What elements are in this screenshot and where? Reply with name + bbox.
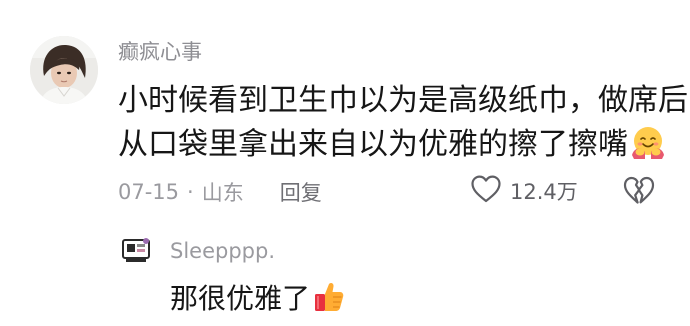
comment-username[interactable]: 癫疯心事 — [118, 40, 202, 64]
hugging-face-emoji — [630, 125, 666, 161]
reply-avatar-image — [118, 232, 154, 268]
comment-text: 小时候看到卫生巾以为是高级纸巾，做席后 从口袋里拿出来自以为优雅的擦了擦嘴 — [118, 79, 688, 167]
reply-text: 那很优雅了 — [170, 280, 346, 317]
reply-username[interactable]: Sleepppp. — [170, 239, 275, 263]
comment-text-line-content: 从口袋里拿出来自以为优雅的擦了擦嘴 — [118, 127, 628, 162]
comment-meta: 07-15 · 山东 回复 — [118, 178, 322, 206]
reply-button[interactable]: 回复 — [280, 177, 322, 207]
comment-location: 山东 — [201, 181, 244, 205]
reply-text-content: 那很优雅了 — [170, 282, 311, 315]
avatar[interactable] — [30, 36, 98, 104]
comment-date: 07-15 — [118, 180, 180, 204]
like-button[interactable]: 12.4万 — [470, 175, 578, 207]
heart-outline-icon — [470, 174, 502, 208]
comment-text-line: 小时候看到卫生巾以为是高级纸巾，做席后 — [118, 83, 688, 118]
broken-heart-icon — [623, 176, 655, 211]
like-count: 12.4万 — [510, 180, 578, 204]
thumbs-up-emoji — [312, 280, 346, 314]
reply-avatar[interactable] — [118, 232, 154, 268]
comment-text-line: 从口袋里拿出来自以为优雅的擦了擦嘴 — [118, 123, 664, 167]
user-avatar-image — [30, 36, 98, 104]
dislike-button[interactable] — [623, 175, 655, 207]
meta-separator: · — [187, 180, 194, 204]
